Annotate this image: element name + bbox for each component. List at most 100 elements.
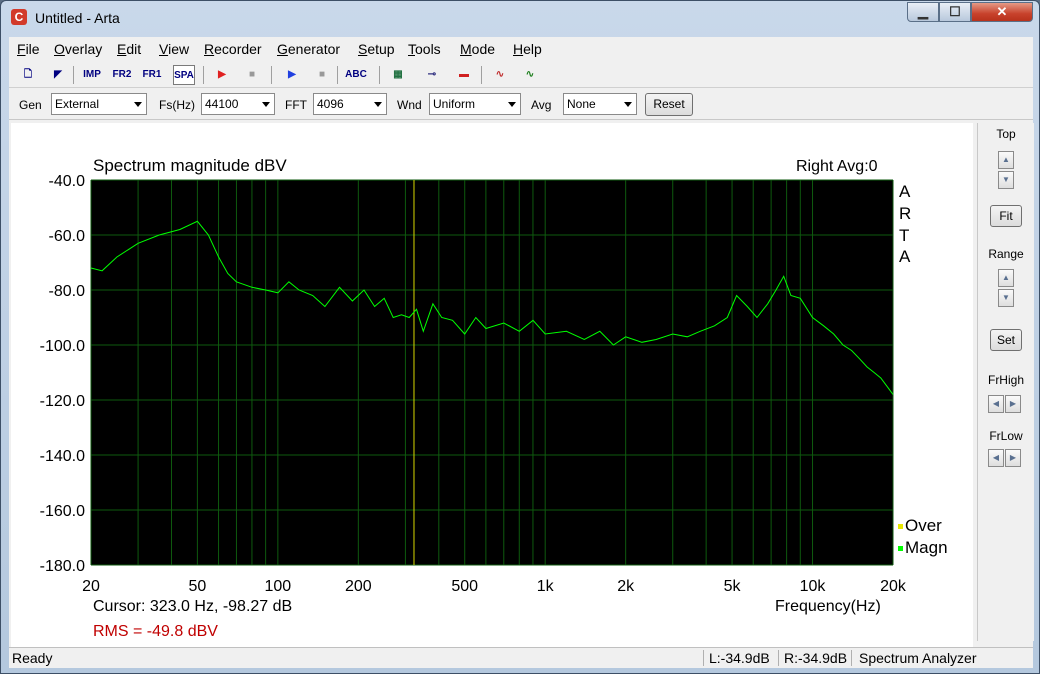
menu-help[interactable]: Help (513, 41, 542, 57)
app-window: C Untitled - Arta ▁ ☐ ✕ File Overlay Edit V… (0, 0, 1040, 674)
probe-icon[interactable]: ⊸ (421, 65, 443, 85)
range-label: Range (988, 247, 1024, 261)
y-tick-label: -120.0 (40, 393, 85, 410)
x-tick-label: 100 (265, 578, 292, 595)
menu-view[interactable]: View (159, 41, 189, 57)
status-divider (851, 650, 852, 666)
fft-value: 4096 (317, 97, 344, 111)
menu-overlay[interactable]: Overlay (54, 41, 102, 57)
y-tick-labels: -40.0 -60.0 -80.0 -100.0 -120.0 -140.0 -160.0 -… (40, 173, 85, 575)
status-bar: Ready L:-34.9dB R:-34.9dB Spectrum Analy… (9, 647, 1033, 668)
maximize-button[interactable]: ☐ (939, 2, 971, 22)
gen-select[interactable]: External (51, 93, 147, 115)
menu-generator[interactable]: Generator (277, 41, 340, 57)
cursor-readout: Cursor: 323.0 Hz, -98.27 dB (93, 598, 292, 615)
top-down-button[interactable]: ▼ (998, 171, 1014, 189)
title-bar[interactable]: C Untitled - Arta ▁ ☐ ✕ (1, 1, 1039, 37)
x-tick-label: 1k (537, 578, 555, 595)
chevron-down-icon (262, 102, 270, 107)
status-left-level: L:-34.9dB (709, 650, 770, 666)
meter-icon[interactable]: ▦ (387, 65, 409, 85)
toolbar-separator (73, 66, 74, 84)
menu-mode[interactable]: Mode (460, 41, 495, 57)
fs-label: Fs(Hz) (159, 98, 195, 112)
frlow-right-button[interactable]: ▶ (1005, 449, 1021, 467)
y-tick-label: -140.0 (40, 448, 85, 465)
top-up-button[interactable]: ▲ (998, 151, 1014, 169)
stop-icon[interactable]: ■ (241, 65, 263, 85)
y-tick-label: -180.0 (40, 558, 85, 575)
x-tick-label: 50 (188, 578, 206, 595)
gen-value: External (55, 97, 100, 111)
frlow-label: FrLow (989, 429, 1023, 443)
chevron-down-icon (508, 102, 516, 107)
avg-label: Avg (531, 98, 552, 112)
x-tick-label: 2k (617, 578, 635, 595)
toolbar-separator (271, 66, 272, 84)
status-divider (778, 650, 779, 666)
frhigh-right-button[interactable]: ▶ (1005, 395, 1021, 413)
legend-magn: Magn (905, 538, 948, 557)
top-label: Top (996, 127, 1016, 141)
fit-button[interactable]: Fit (990, 205, 1022, 227)
play-icon[interactable]: ▶ (281, 65, 303, 85)
frhigh-label: FrHigh (987, 373, 1024, 387)
fft-label: FFT (285, 98, 307, 112)
app-icon[interactable]: C (11, 9, 27, 25)
toolbar-separator (481, 66, 482, 84)
imp-mode-button[interactable]: IMP (81, 65, 103, 85)
fr2-mode-button[interactable]: FR2 (111, 65, 133, 85)
record-icon[interactable]: ▶ (211, 65, 233, 85)
toolbar-separator (203, 66, 204, 84)
wnd-label: Wnd (397, 98, 422, 112)
menu-recorder[interactable]: Recorder (204, 41, 262, 57)
y-tick-label: -160.0 (40, 503, 85, 520)
fs-value: 44100 (205, 97, 239, 111)
chevron-down-icon (134, 102, 142, 107)
frlow-left-button[interactable]: ◀ (988, 449, 1004, 467)
menu-setup[interactable]: Setup (358, 41, 395, 57)
arta-letter: A (899, 247, 911, 266)
close-button[interactable]: ✕ (971, 2, 1033, 22)
side-panel: Top ▲ ▼ Fit Range ▲ ▼ Set FrHigh ◀ ▶ FrL… (977, 123, 1034, 641)
avg-select[interactable]: None (563, 93, 637, 115)
fs-select[interactable]: 44100 (201, 93, 275, 115)
stop2-icon[interactable]: ■ (311, 65, 333, 85)
levels-icon[interactable]: ▬ (453, 65, 475, 85)
scope-icon[interactable]: ∿ (519, 65, 541, 85)
spa-mode-button[interactable]: SPA (173, 65, 195, 85)
signal-icon[interactable]: ∿ (489, 65, 511, 85)
client-area: File Overlay Edit View Recorder Generator Setu… (9, 37, 1034, 668)
set-button[interactable]: Set (990, 329, 1022, 351)
status-mode: Spectrum Analyzer (859, 650, 977, 666)
gen-label: Gen (19, 98, 42, 112)
avg-value: None (567, 97, 596, 111)
y-tick-label: -100.0 (40, 338, 85, 355)
menu-tools[interactable]: Tools (408, 41, 441, 57)
new-icon[interactable]: 🗋 (17, 65, 39, 85)
status-ready: Ready (12, 650, 53, 666)
options-bar: Gen External Fs(Hz) 44100 FFT 4096 Wnd U… (9, 89, 1033, 120)
chart-title: Spectrum magnitude dBV (93, 156, 287, 175)
frhigh-left-button[interactable]: ◀ (988, 395, 1004, 413)
menu-file[interactable]: File (17, 41, 40, 57)
range-up-button[interactable]: ▲ (998, 269, 1014, 287)
spectrum-chart[interactable]: -40.0 -60.0 -80.0 -100.0 -120.0 -140.0 -160.0 -… (11, 123, 973, 651)
y-tick-label: -40.0 (49, 173, 86, 190)
range-down-button[interactable]: ▼ (998, 289, 1014, 307)
legend-swatch-magn (898, 546, 903, 551)
menu-edit[interactable]: Edit (117, 41, 141, 57)
toolbar: 🗋 ◤ IMP FR2 FR1 SPA ▶ ■ ▶ ■ ABC ▦ ⊸ ▬ ∿ ∿ (9, 63, 1033, 88)
fr1-mode-button[interactable]: FR1 (141, 65, 163, 85)
y-tick-label: -80.0 (49, 283, 86, 300)
frequency-axis-label: Frequency(Hz) (775, 598, 881, 615)
abc-icon[interactable]: ABC (345, 65, 367, 85)
fft-select[interactable]: 4096 (313, 93, 387, 115)
reset-button[interactable]: Reset (645, 93, 693, 116)
open-icon[interactable]: ◤ (47, 65, 69, 85)
rms-readout: RMS = -49.8 dBV (93, 623, 218, 640)
status-divider (703, 650, 704, 666)
x-tick-label: 20 (82, 578, 100, 595)
minimize-button[interactable]: ▁ (907, 2, 939, 22)
wnd-select[interactable]: Uniform (429, 93, 521, 115)
